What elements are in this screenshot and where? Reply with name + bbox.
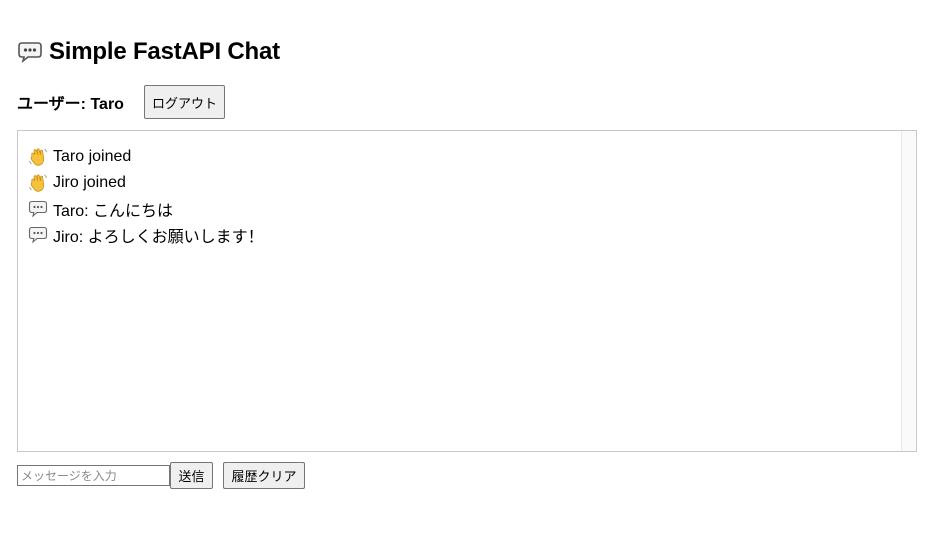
user-bar: ユーザー: Taro ログアウト <box>17 85 225 119</box>
list-item: Taro: こんにちは <box>28 196 896 222</box>
message-input[interactable] <box>17 465 170 486</box>
message-text: Jiro joined <box>53 174 126 191</box>
chat-scrollbar[interactable] <box>901 131 916 451</box>
chat-page: Simple FastAPI Chat ユーザー: Taro ログアウト Tar… <box>0 0 934 548</box>
send-button[interactable]: 送信 <box>170 462 213 489</box>
message-text: Taro: こんにちは <box>53 203 174 220</box>
message-list: Taro joined Jiro joined Taro: こんにちは Jiro… <box>28 144 896 248</box>
message-text: Taro joined <box>53 148 132 165</box>
page-title: Simple FastAPI Chat <box>49 38 280 65</box>
composer: 送信 履歴クリア <box>17 462 305 489</box>
chat-log[interactable]: Taro joined Jiro joined Taro: こんにちは Jiro… <box>17 130 917 452</box>
message-text: Jiro: よろしくお願いします！ <box>53 229 264 246</box>
list-item: Jiro: よろしくお願いします！ <box>28 222 896 248</box>
waving-hand-icon <box>28 147 48 167</box>
speech-bubble-icon <box>28 225 48 245</box>
clear-history-button[interactable]: 履歴クリア <box>223 462 305 489</box>
waving-hand-icon <box>28 173 48 193</box>
list-item: Taro joined <box>28 144 896 170</box>
list-item: Jiro joined <box>28 170 896 196</box>
speech-bubble-icon <box>17 41 43 64</box>
page-header: Simple FastAPI Chat <box>17 37 280 67</box>
logout-button[interactable]: ログアウト <box>143 85 225 119</box>
speech-bubble-icon <box>28 199 48 219</box>
current-user-label: ユーザー: Taro <box>17 96 124 113</box>
